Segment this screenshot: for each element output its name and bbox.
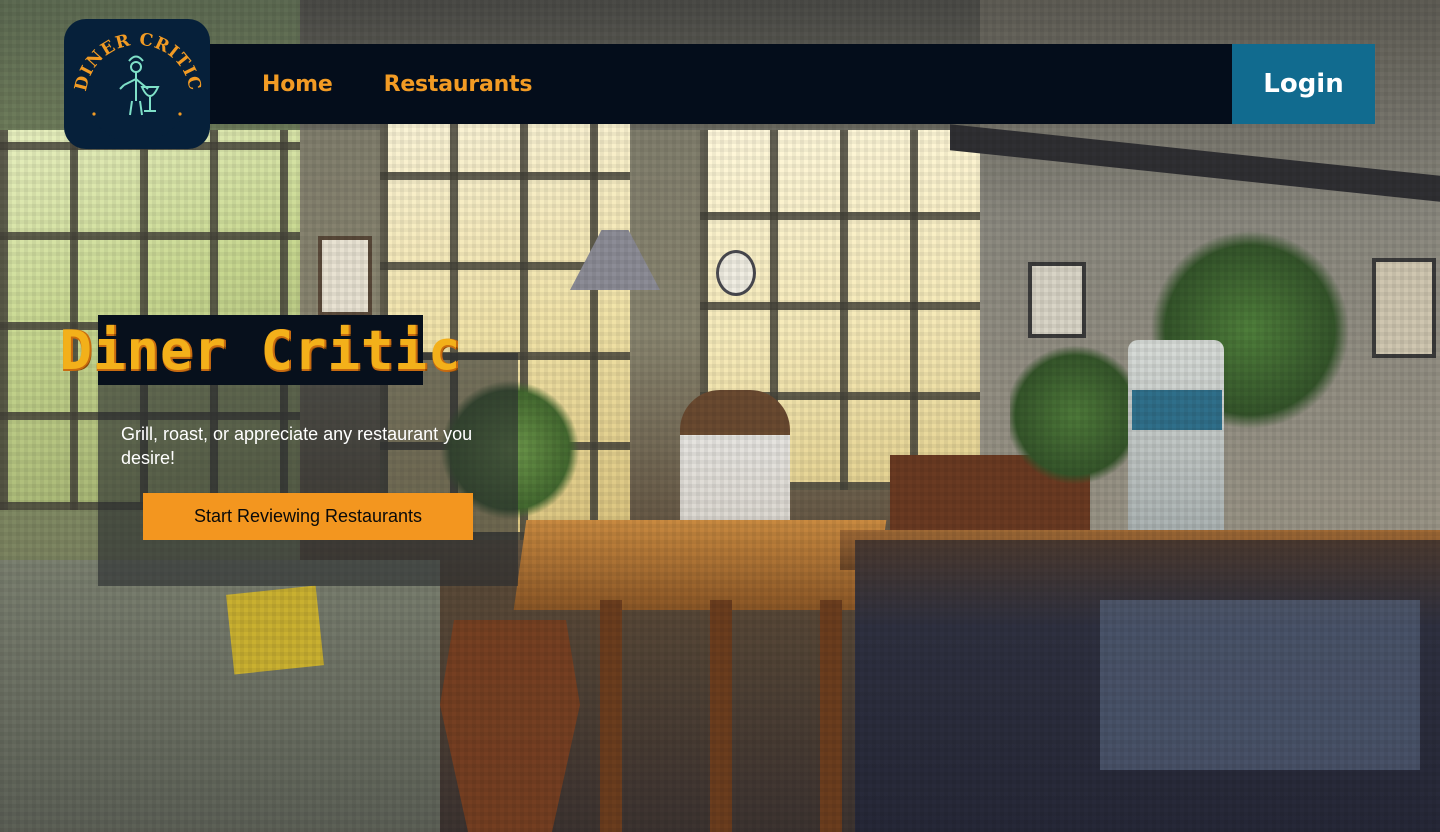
navbar: Home Restaurants Login: [200, 44, 1375, 124]
hero-subtitle: Grill, roast, or appreciate any restaura…: [121, 424, 473, 468]
hero-title: Diner Critic: [59, 318, 462, 382]
chef-wine-glass-logo-icon: DINER CRITIC: [71, 30, 204, 144]
nav-links: Home Restaurants: [262, 44, 533, 124]
start-reviewing-button[interactable]: Start Reviewing Restaurants: [143, 493, 473, 540]
nav-restaurants-link[interactable]: Restaurants: [384, 72, 533, 97]
hero-title-box: Diner Critic: [59, 315, 461, 385]
diner-critic-logo[interactable]: DINER CRITIC: [64, 19, 210, 149]
nav-home-link[interactable]: Home: [262, 72, 333, 97]
login-button[interactable]: Login: [1232, 44, 1375, 124]
